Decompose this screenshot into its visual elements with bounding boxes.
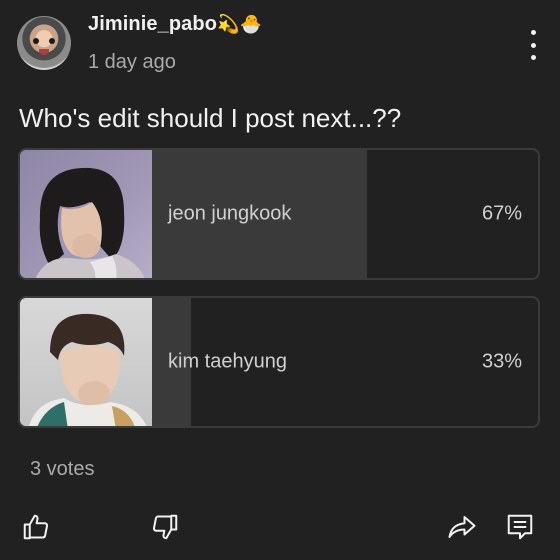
author-emojis: 💫🐣	[217, 14, 263, 35]
more-vert-icon[interactable]	[528, 30, 538, 60]
share-icon[interactable]	[447, 512, 477, 542]
vote-count: 3 votes	[30, 458, 95, 480]
thumb-up-icon[interactable]	[21, 512, 51, 542]
author-name[interactable]: Jiminie_pabo💫🐣	[88, 13, 262, 36]
avatar-eye	[33, 38, 39, 44]
poll-option-label: kim taehyung	[168, 350, 287, 373]
comment-icon[interactable]	[505, 512, 535, 542]
poll-option-jeon-jungkook[interactable]: jeon jungkook 67%	[18, 148, 540, 280]
poll-option-label: jeon jungkook	[168, 202, 292, 225]
poll-option-percent: 33%	[481, 350, 522, 373]
avatar-eye	[49, 38, 55, 44]
thumb-down-icon[interactable]	[150, 512, 180, 542]
post-time: 1 day ago	[88, 51, 176, 73]
poll-option-percent: 67%	[481, 202, 522, 225]
author-avatar[interactable]	[17, 16, 71, 70]
poll-option-image	[20, 298, 152, 426]
avatar-mouth	[39, 49, 49, 55]
author-name-text: Jiminie_pabo	[88, 13, 218, 35]
poll-question: Who's edit should I post next...??	[19, 103, 402, 133]
poll-option-kim-taehyung[interactable]: kim taehyung 33%	[18, 296, 540, 428]
poll-option-image	[20, 150, 152, 278]
